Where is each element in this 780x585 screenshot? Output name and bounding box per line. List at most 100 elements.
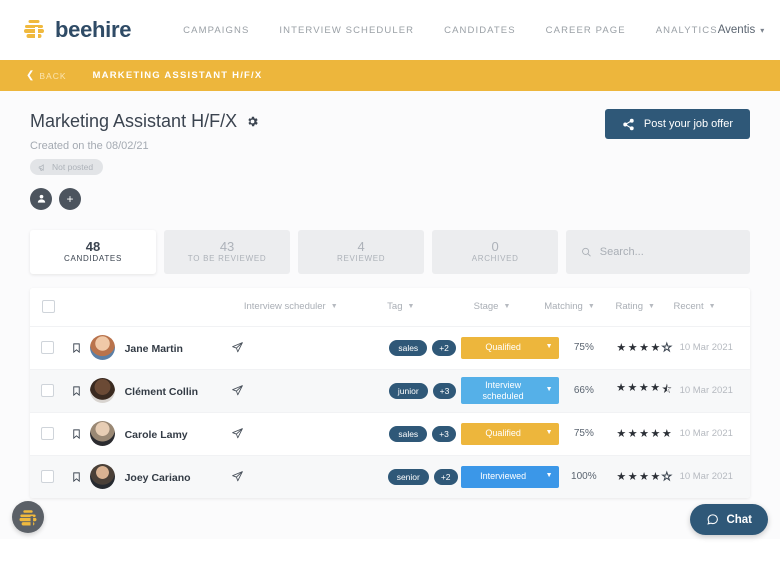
column-matching[interactable]: Matching ▼: [542, 301, 597, 312]
search-input[interactable]: [599, 245, 735, 258]
send-message-button[interactable]: [217, 427, 259, 440]
star-filled-icon[interactable]: ★: [616, 381, 626, 400]
bookmark-icon[interactable]: [71, 384, 82, 398]
star-filled-icon[interactable]: ★: [651, 470, 661, 483]
chevron-down-icon: ▾: [760, 25, 765, 35]
candidate-tag[interactable]: +2: [432, 339, 456, 356]
candidate-tag[interactable]: sales: [389, 425, 428, 442]
stage-cell: Interview scheduled ▼: [460, 377, 559, 404]
table-row[interactable]: Clément Collin junior +3 Interview schedule…: [30, 368, 750, 412]
select-all-checkbox[interactable]: [42, 300, 56, 313]
chevron-down-icon: ▼: [545, 343, 553, 351]
star-filled-icon[interactable]: ★: [628, 381, 638, 400]
table-row[interactable]: Carole Lamy sales +3 Qualified ▼ 75% ★ ★ ★ ★ ★ 10 M…: [30, 411, 750, 455]
avatar[interactable]: [89, 421, 115, 446]
star-filled-icon[interactable]: ★: [651, 427, 661, 440]
star-filled-icon[interactable]: ★: [662, 427, 672, 440]
beehire-widget-button[interactable]: [12, 501, 44, 533]
star-filled-icon[interactable]: ★: [616, 470, 626, 483]
back-button[interactable]: ❮ BACK: [26, 70, 67, 81]
column-interview-scheduler[interactable]: Interview scheduler ▼: [244, 301, 360, 312]
table-row[interactable]: Joey Cariano senior +2 Interviewed ▼ 100% ★ ★ ★ ★…: [30, 454, 750, 498]
stage-dropdown[interactable]: Interview scheduled ▼: [460, 377, 559, 404]
rating-stars: ★ ★ ★ ★ ⯪: [609, 381, 679, 400]
account-menu[interactable]: Aventis ▾: [718, 24, 765, 36]
tab-to-be-reviewed-label: TO BE REVIEWED: [187, 254, 267, 264]
chat-button[interactable]: Chat: [690, 504, 768, 535]
table-row[interactable]: Jane Martin sales +2 Qualified ▼ 75% ★ ★ ★ ★ ★ 10 M…: [30, 325, 750, 369]
star-filled-icon[interactable]: ★: [639, 427, 649, 440]
column-rating[interactable]: Rating ▼: [597, 301, 674, 312]
star-half-icon[interactable]: ⯪: [662, 381, 673, 400]
avatar[interactable]: [89, 464, 115, 489]
nav-link-career-page[interactable]: CAREER PAGE: [546, 25, 626, 36]
recent-date: 10 Mar 2021: [679, 471, 733, 482]
post-job-offer-label: Post your job offer: [643, 118, 733, 130]
row-checkbox[interactable]: [40, 470, 54, 483]
candidate-tag[interactable]: +3: [432, 382, 457, 399]
star-filled-icon[interactable]: ★: [639, 470, 649, 483]
star-filled-icon[interactable]: ★: [628, 470, 638, 483]
star-filled-icon[interactable]: ★: [651, 341, 661, 354]
star-filled-icon[interactable]: ★: [628, 341, 638, 354]
bookmark-icon[interactable]: [71, 341, 82, 355]
stage-dropdown[interactable]: Interviewed ▼: [460, 465, 559, 488]
star-empty-icon[interactable]: ★: [661, 470, 672, 484]
star-filled-icon[interactable]: ★: [616, 427, 626, 440]
stage-dropdown[interactable]: Qualified ▼: [460, 422, 559, 445]
paper-plane-icon: [232, 385, 243, 396]
nav-link-interview-scheduler[interactable]: INTERVIEW SCHEDULER: [279, 25, 414, 36]
candidate-tag[interactable]: senior: [387, 468, 429, 485]
tab-candidates-label: CANDIDATES: [64, 254, 122, 264]
paper-plane-icon: [232, 342, 243, 353]
tab-archived[interactable]: 0 ARCHIVED: [432, 229, 559, 274]
avatar-owner[interactable]: [30, 187, 52, 210]
post-job-offer-button[interactable]: Post your job offer: [604, 109, 750, 139]
row-checkbox[interactable]: [40, 384, 54, 397]
paper-plane-icon: [232, 428, 243, 439]
column-recent[interactable]: Recent ▼: [673, 301, 750, 312]
send-message-button[interactable]: [217, 384, 259, 397]
gear-icon[interactable]: [246, 115, 259, 128]
nav-link-candidates[interactable]: CANDIDATES: [444, 25, 516, 36]
star-filled-icon[interactable]: ★: [639, 341, 649, 354]
chevron-down-icon: ▼: [545, 386, 553, 394]
star-filled-icon[interactable]: ★: [650, 381, 660, 400]
breadcrumb-title: MARKETING ASSISTANT H/F/X: [92, 70, 263, 81]
row-checkbox[interactable]: [40, 427, 54, 440]
tab-reviewed[interactable]: 4 REVIEWED: [298, 229, 425, 274]
nav-link-campaigns[interactable]: CAMPAIGNS: [183, 25, 249, 36]
star-empty-icon[interactable]: ★: [661, 341, 672, 355]
avatar[interactable]: [89, 335, 115, 360]
send-message-button[interactable]: [217, 341, 259, 354]
bookmark-icon[interactable]: [71, 470, 82, 484]
stage-label: Qualified: [485, 342, 521, 353]
nav-link-analytics[interactable]: ANALYTICS: [656, 25, 718, 36]
candidate-tag[interactable]: +2: [433, 468, 458, 485]
column-stage[interactable]: Stage ▼: [442, 301, 542, 312]
star-filled-icon[interactable]: ★: [639, 381, 649, 400]
send-message-button[interactable]: [217, 470, 259, 483]
add-member-button[interactable]: +: [59, 187, 81, 210]
chat-bubble-icon: [707, 514, 719, 525]
avatar[interactable]: [89, 378, 115, 403]
bookmark-icon[interactable]: [71, 427, 82, 441]
candidate-tag[interactable]: +3: [432, 425, 456, 442]
stage-dropdown[interactable]: Qualified ▼: [460, 336, 559, 359]
search-box[interactable]: [566, 229, 750, 274]
tags-cell: sales +2: [385, 339, 461, 356]
candidate-tag[interactable]: junior: [388, 382, 428, 399]
star-filled-icon[interactable]: ★: [616, 341, 626, 354]
search-icon: [582, 247, 591, 256]
bookmark-cell: [64, 427, 89, 441]
row-select-cell: [30, 470, 64, 483]
star-filled-icon[interactable]: ★: [628, 427, 638, 440]
tab-candidates[interactable]: 48 CANDIDATES: [30, 229, 157, 274]
tab-to-be-reviewed[interactable]: 43 TO BE REVIEWED: [164, 229, 291, 274]
status-badge: Not posted: [30, 159, 104, 175]
row-checkbox[interactable]: [40, 341, 54, 354]
matching-percent: 75%: [573, 428, 594, 439]
candidate-tag[interactable]: sales: [389, 339, 428, 356]
brand-logo[interactable]: beehire: [22, 17, 131, 43]
column-tag[interactable]: Tag ▼: [360, 301, 442, 312]
